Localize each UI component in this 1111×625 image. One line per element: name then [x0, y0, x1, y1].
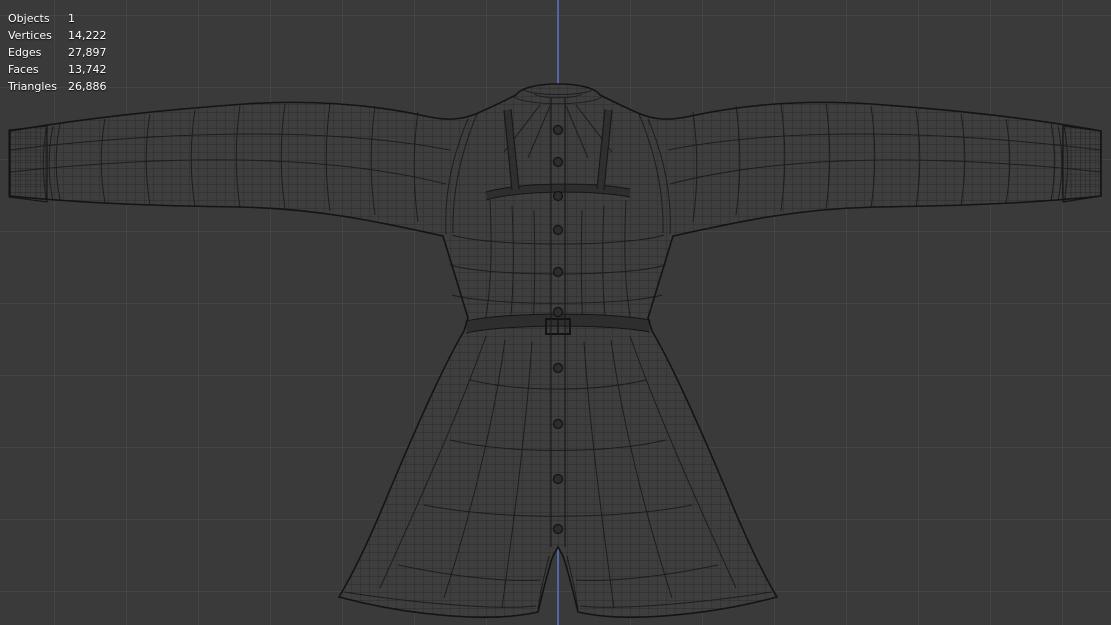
stat-label: Vertices [8, 29, 52, 42]
stat-value: 13,742 [68, 63, 107, 76]
3d-viewport[interactable]: Objects 1 Vertices 14,222 Edges 27,897 F… [0, 0, 1111, 625]
stat-row-objects: Objects 1 [8, 10, 107, 27]
viewport-stats-overlay: Objects 1 Vertices 14,222 Edges 27,897 F… [8, 10, 107, 95]
stat-value: 1 [68, 12, 75, 25]
stat-label: Objects [8, 12, 50, 25]
garment-wireframe-mesh[interactable] [0, 0, 1111, 625]
stat-row-edges: Edges 27,897 [8, 44, 107, 61]
stat-label: Edges [8, 46, 42, 59]
stat-row-triangles: Triangles 26,886 [8, 78, 107, 95]
stat-label: Faces [8, 63, 39, 76]
stat-row-vertices: Vertices 14,222 [8, 27, 107, 44]
stat-row-faces: Faces 13,742 [8, 61, 107, 78]
stat-value: 26,886 [68, 80, 107, 93]
stat-value: 27,897 [68, 46, 107, 59]
stat-value: 14,222 [68, 29, 107, 42]
stat-label: Triangles [8, 80, 57, 93]
